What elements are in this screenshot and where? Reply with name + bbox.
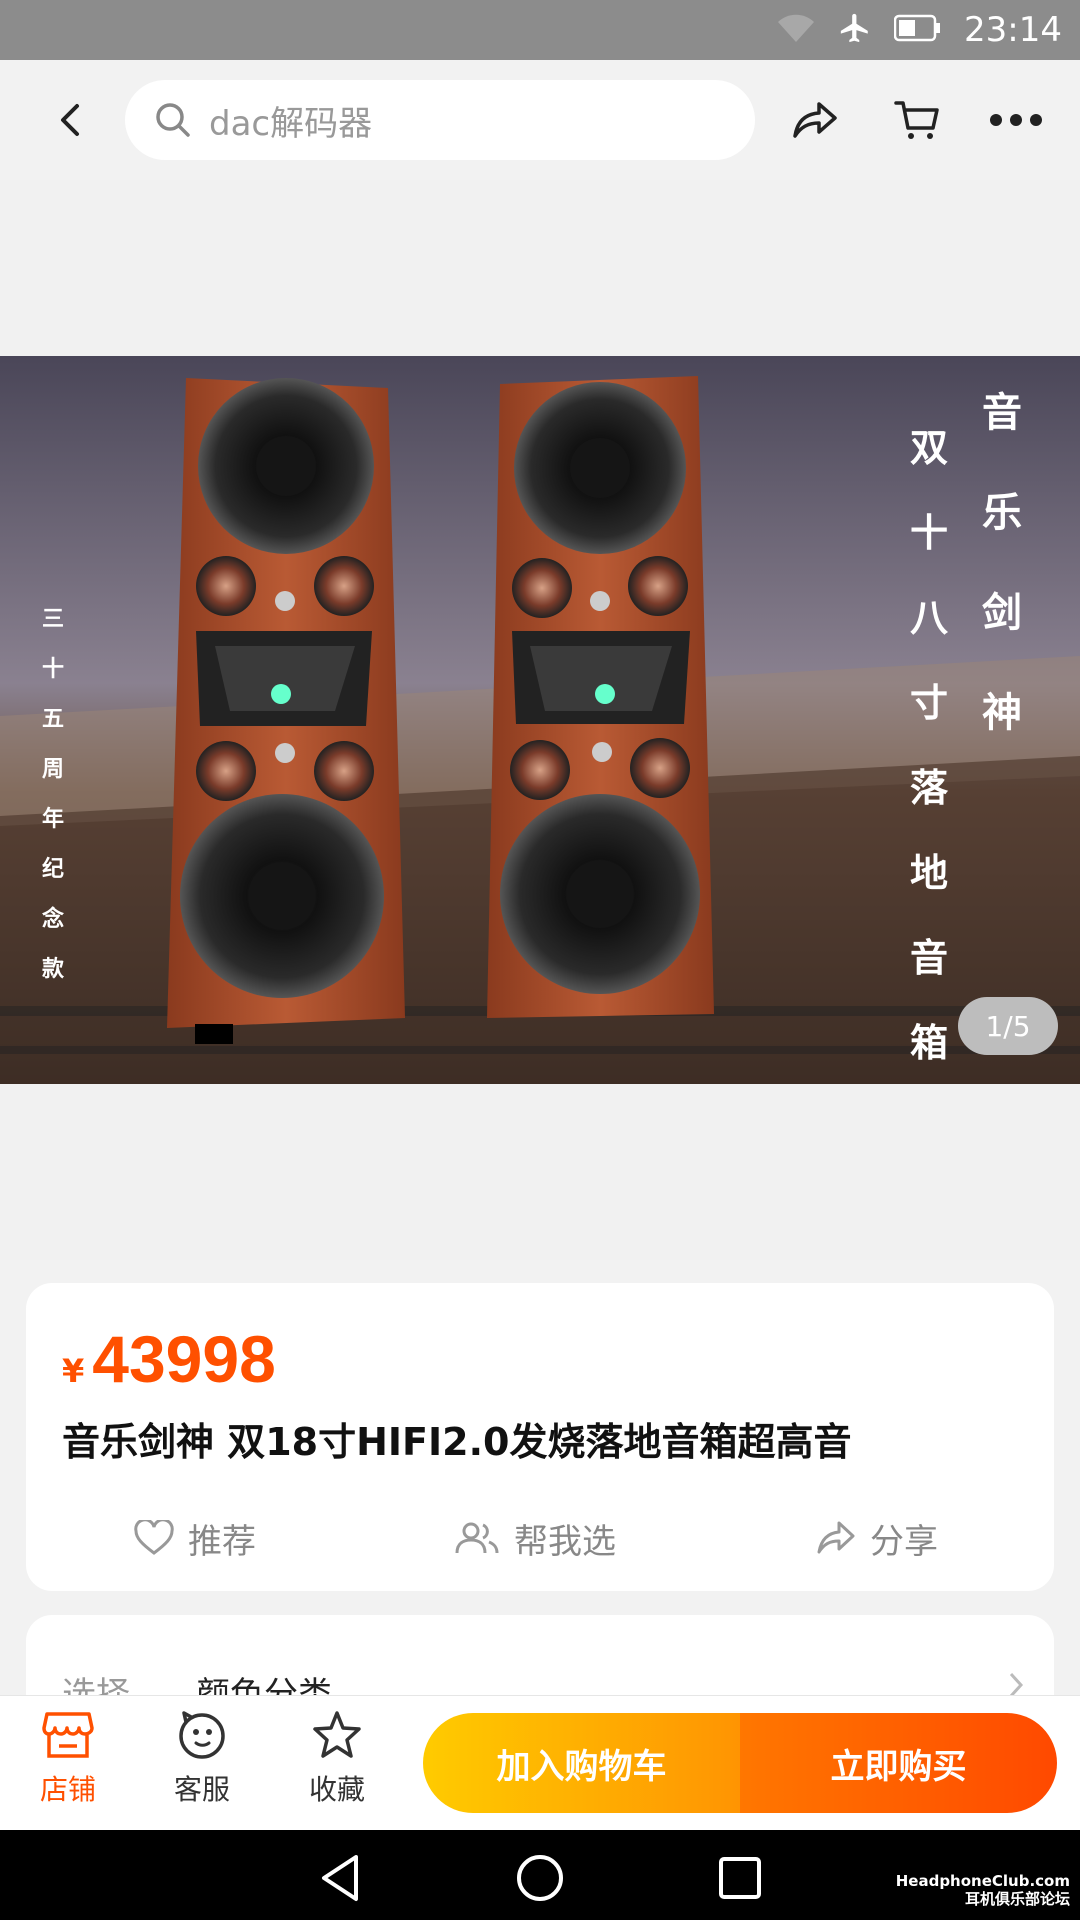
people-icon: [455, 1522, 499, 1554]
square-recents-icon: [719, 1857, 761, 1899]
service-icon: [179, 1711, 225, 1759]
back-arrow-icon: [61, 104, 79, 136]
favorite-button[interactable]: 收藏: [287, 1710, 387, 1820]
cart-icon: [894, 101, 939, 139]
svg-text:十: 十: [910, 511, 948, 555]
triangle-back-icon: [322, 1855, 358, 1901]
svg-text:箱: 箱: [910, 1021, 948, 1065]
product-gallery[interactable]: 三 十 五 周 年 纪 念 款 双 十 八 寸 落 地 音 箱 音 乐 剑 神: [0, 180, 1080, 1260]
svg-text:落: 落: [910, 766, 949, 810]
speaker-left: [167, 378, 405, 1044]
share-icon: [817, 1521, 855, 1554]
airplane-icon: [838, 11, 872, 49]
svg-text:双: 双: [910, 426, 948, 470]
cart-button[interactable]: [885, 88, 949, 152]
watermark: HeadphoneClub.com 耳机俱乐部论坛: [896, 1872, 1070, 1908]
top-nav: dac解码器: [0, 60, 1080, 180]
wifi-icon: [776, 12, 816, 48]
svg-text:乐: 乐: [982, 490, 1022, 536]
speaker-right: [487, 376, 714, 1018]
shop-icon: [42, 1712, 94, 1758]
svg-text:八: 八: [910, 596, 949, 640]
image-counter: 1/5: [958, 997, 1058, 1055]
heart-icon: [134, 1520, 174, 1555]
product-image[interactable]: 三 十 五 周 年 纪 念 款 双 十 八 寸 落 地 音 箱 音 乐 剑 神: [0, 356, 1080, 1084]
customer-service-button[interactable]: 客服: [152, 1710, 252, 1820]
price-amount: 43998: [92, 1322, 276, 1396]
recommend-label: 推荐: [188, 1521, 256, 1562]
price: ¥ 43998: [62, 1321, 276, 1397]
nav-home-button[interactable]: [510, 1848, 570, 1908]
search-input[interactable]: dac解码器: [125, 80, 755, 160]
help-choose-label: 帮我选: [514, 1521, 616, 1562]
more-button[interactable]: [984, 88, 1048, 152]
star-icon: [313, 1711, 361, 1758]
nav-recents-button[interactable]: [710, 1848, 770, 1908]
svg-text:款: 款: [42, 956, 65, 982]
status-bar: 23:14: [0, 0, 1080, 60]
nav-back-button[interactable]: [310, 1848, 370, 1908]
product-title: 音乐剑神 双18寸HIFI2.0发烧落地音箱超高音: [62, 1420, 852, 1464]
more-icon: [990, 114, 1042, 126]
action-row: 推荐 帮我选 分享: [26, 1498, 1054, 1578]
search-icon: [156, 103, 190, 137]
shop-button[interactable]: 店铺: [18, 1710, 118, 1820]
svg-text:寸: 寸: [910, 681, 948, 725]
svg-text:纪: 纪: [42, 856, 64, 882]
battery-icon: [893, 14, 942, 46]
add-to-cart-button[interactable]: 加入购物车: [423, 1713, 740, 1813]
svg-text:三: 三: [42, 607, 64, 632]
svg-text:五: 五: [42, 707, 64, 732]
search-placeholder: dac解码器: [209, 103, 373, 144]
circle-home-icon: [517, 1855, 563, 1901]
svg-text:十: 十: [42, 657, 64, 682]
back-button[interactable]: [40, 90, 100, 150]
share-label: 分享: [870, 1521, 938, 1562]
svg-text:剑: 剑: [982, 590, 1022, 636]
watermark-line2: 耳机俱乐部论坛: [964, 1890, 1070, 1908]
bottom-bar: 店铺 客服 收藏 加入购物车 立即购买: [0, 1695, 1080, 1830]
clock: 23:14: [964, 10, 1062, 50]
svg-text:音: 音: [982, 390, 1022, 436]
shop-label: 店铺: [39, 1773, 96, 1806]
share-icon: [793, 102, 837, 138]
currency-symbol: ¥: [62, 1352, 85, 1390]
share-action-button[interactable]: 分享: [816, 1498, 938, 1578]
svg-text:神: 神: [982, 690, 1022, 736]
svg-text:音: 音: [910, 936, 948, 980]
recommend-button[interactable]: 推荐: [134, 1498, 256, 1578]
svg-text:周: 周: [42, 757, 64, 782]
svg-text:年: 年: [42, 806, 64, 832]
product-info-card: ¥ 43998 音乐剑神 双18寸HIFI2.0发烧落地音箱超高音 推荐 帮我选…: [26, 1283, 1054, 1591]
service-label: 客服: [173, 1773, 230, 1806]
svg-text:念: 念: [42, 906, 64, 932]
help-choose-button[interactable]: 帮我选: [454, 1498, 616, 1578]
favorite-label: 收藏: [308, 1773, 365, 1806]
share-button[interactable]: [783, 88, 847, 152]
buy-now-button[interactable]: 立即购买: [740, 1713, 1057, 1813]
watermark-line1: HeadphoneClub.com: [895, 1872, 1070, 1890]
svg-text:地: 地: [910, 851, 948, 895]
